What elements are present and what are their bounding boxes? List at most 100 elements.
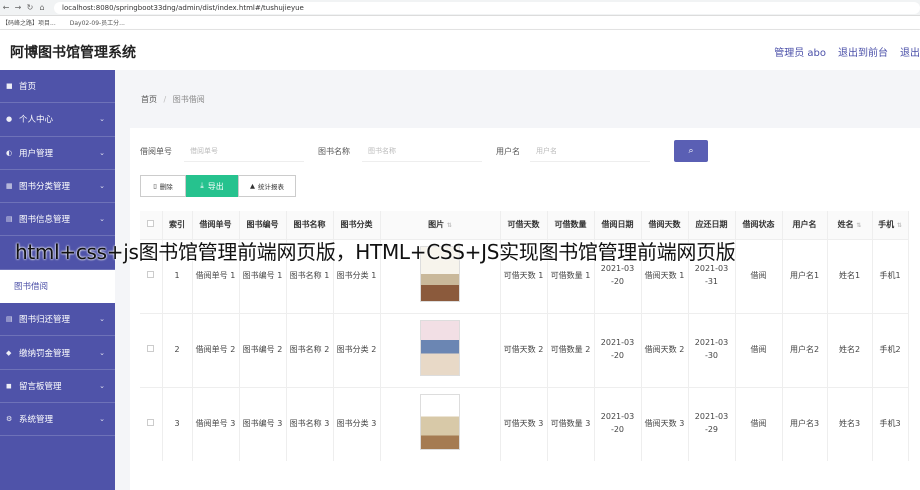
col-header: 应还日期	[688, 211, 736, 239]
grid-icon: ▦	[6, 182, 13, 191]
col-header: 借阅天数	[641, 211, 689, 239]
table-row[interactable]: 3 借阅单号 3 图书编号 3 图书名称 3 图书分类 3 可借天数 3 可借数…	[140, 386, 909, 461]
address-bar[interactable]: localhost:8080/springboot33dng/admin/dis…	[54, 1, 920, 14]
col-header[interactable]: 手机 ⇅	[872, 211, 909, 239]
delete-button[interactable]: ▯ 删除	[140, 175, 186, 197]
checkbox[interactable]	[147, 220, 155, 228]
col-header: 图书分类	[333, 211, 381, 239]
col-header[interactable]: 姓名 ⇅	[827, 211, 873, 239]
sort-icon[interactable]: ⇅	[897, 222, 902, 229]
sidebar-item-label: 图书归还管理	[19, 315, 71, 326]
app-title: 阿博图书馆管理系统	[10, 45, 136, 61]
admin-label: 管理员 abo	[774, 48, 826, 59]
cell: 图书名称 3	[286, 386, 334, 461]
stats-button[interactable]: ▲ 统计报表	[238, 175, 296, 197]
delete-label: 删除	[159, 183, 173, 191]
cell-index: 3	[162, 386, 193, 461]
sidebar-item-label: 首页	[19, 82, 37, 93]
row-select[interactable]	[140, 386, 163, 461]
logout-link[interactable]: 退出	[900, 44, 920, 59]
back-icon[interactable]: ←	[0, 3, 12, 12]
chart-icon: ▲	[250, 182, 255, 190]
sidebar-item-borrow[interactable]: 图书借阅	[0, 269, 115, 304]
export-label: 导出	[207, 181, 224, 191]
sidebar-item-label: 系统管理	[19, 415, 54, 426]
sidebar-item-fine[interactable]: ◆ 缴纳罚金管理 ⌄	[0, 336, 115, 370]
cell: 2021-03 -20	[594, 386, 642, 461]
book-cover-image[interactable]	[420, 319, 460, 376]
cell: 用户名2	[782, 312, 828, 387]
cell: 图书编号 3	[239, 386, 287, 461]
sort-icon[interactable]: ⇅	[447, 222, 452, 229]
col-header[interactable]: 图片 ⇅	[380, 211, 501, 239]
cell: 手机3	[872, 386, 909, 461]
book-name-input[interactable]: 图书名称	[362, 140, 482, 162]
sidebar: ■ 首页 ● 个人中心 ⌄ ◐ 用户管理 ⌄ ▦ 图书分类管理 ⌄ ▤ 图书信息管理 ⌄ 图书借阅…	[0, 70, 115, 490]
sidebar-item-personal[interactable]: ● 个人中心 ⌄	[0, 103, 115, 137]
select-all[interactable]	[140, 211, 163, 239]
users-icon: ◐	[6, 148, 13, 157]
forward-icon[interactable]: →	[12, 3, 24, 12]
return-icon: ▤	[6, 315, 13, 324]
sidebar-item-label: 图书分类管理	[19, 182, 71, 193]
sidebar-item-label: 图书借阅	[14, 282, 49, 293]
main-area: 首页 / 图书借阅 借阅单号 借阅单号 图书名称 图书名称 用户名 用户名 ⌕ …	[115, 70, 920, 490]
field-label: 图书名称	[318, 146, 350, 156]
checkbox[interactable]	[147, 270, 155, 278]
reload-icon[interactable]: ↻	[24, 3, 36, 12]
cell: 借阅	[735, 238, 783, 313]
sidebar-item-system[interactable]: ⚙ 系统管理 ⌄	[0, 403, 115, 437]
book-cover-image[interactable]	[420, 393, 460, 450]
cell: 可借天数 2	[500, 312, 548, 387]
sort-icon[interactable]: ⇅	[856, 222, 861, 229]
checkbox[interactable]	[147, 418, 155, 426]
sidebar-item-label: 图书信息管理	[19, 215, 71, 226]
watermark-caption: html+css+js图书馆管理前端网页版，HTML+CSS+JS实现图书馆管理…	[15, 240, 736, 264]
download-icon: ⤓	[200, 181, 204, 190]
col-header-label: 姓名	[837, 220, 854, 230]
bookmark-item[interactable]: Day02-09-员工分...	[70, 18, 125, 27]
col-header: 借阅状态	[735, 211, 783, 239]
sidebar-item-users[interactable]: ◐ 用户管理 ⌄	[0, 137, 115, 170]
table-row[interactable]: 2 借阅单号 2 图书编号 2 图书名称 2 图书分类 2 可借天数 2 可借数…	[140, 312, 909, 387]
bookmarks-bar: 【码峰之路】项目... Day02-09-员工分...	[0, 16, 920, 30]
cell: 用户名1	[782, 238, 828, 313]
bookmark-item[interactable]: 【码峰之路】项目...	[2, 18, 56, 27]
book-icon: ▤	[6, 215, 13, 224]
sidebar-item-return[interactable]: ▤ 图书归还管理 ⌄	[0, 303, 115, 337]
sidebar-item-category[interactable]: ▦ 图书分类管理 ⌄	[0, 170, 115, 204]
sidebar-item-home[interactable]: ■ 首页	[0, 70, 115, 104]
sidebar-item-bookinfo[interactable]: ▤ 图书信息管理 ⌄	[0, 203, 115, 237]
col-header: 可借天数	[500, 211, 548, 239]
row-select[interactable]	[140, 312, 163, 387]
home-browser-icon[interactable]: ⌂	[36, 3, 48, 12]
field-label: 用户名	[496, 146, 520, 156]
borrow-no-input[interactable]: 借阅单号	[184, 140, 304, 162]
search-button[interactable]: ⌕	[674, 140, 708, 162]
app-header: 阿博图书馆管理系统 管理员 abo 退出到前台 退出	[0, 30, 920, 70]
col-header: 索引	[162, 211, 193, 239]
cell: 用户名3	[782, 386, 828, 461]
username-input[interactable]: 用户名	[530, 140, 650, 162]
col-header-label: 手机	[878, 220, 895, 230]
cell: 姓名2	[827, 312, 873, 387]
chevron-down-icon: ⌄	[99, 348, 105, 357]
back-to-front-link[interactable]: 退出到前台	[838, 44, 888, 59]
cell: 借阅单号 2	[192, 312, 240, 387]
breadcrumb-home[interactable]: 首页	[141, 95, 157, 104]
browser-bar: ← → ↻ ⌂ localhost:8080/springboot33dng/a…	[0, 0, 920, 16]
export-button[interactable]: ⤓ 导出	[186, 175, 238, 197]
field-label: 借阅单号	[140, 146, 172, 156]
cell: 姓名1	[827, 238, 873, 313]
cell-image	[380, 312, 501, 387]
home-icon: ■	[6, 82, 13, 91]
cell: 2021-03 -29	[688, 386, 736, 461]
money-icon: ◆	[6, 348, 12, 357]
sidebar-item-label: 缴纳罚金管理	[19, 348, 71, 359]
col-header-label: 图片	[428, 220, 445, 230]
sidebar-item-message[interactable]: ◼ 留言板管理 ⌄	[0, 370, 115, 403]
user-icon: ●	[6, 115, 13, 124]
chevron-down-icon: ⌄	[99, 415, 105, 424]
checkbox[interactable]	[147, 344, 155, 352]
content-panel: 借阅单号 借阅单号 图书名称 图书名称 用户名 用户名 ⌕ ▯ 删除 ⤓ 导出 ▲ 统…	[130, 128, 920, 490]
